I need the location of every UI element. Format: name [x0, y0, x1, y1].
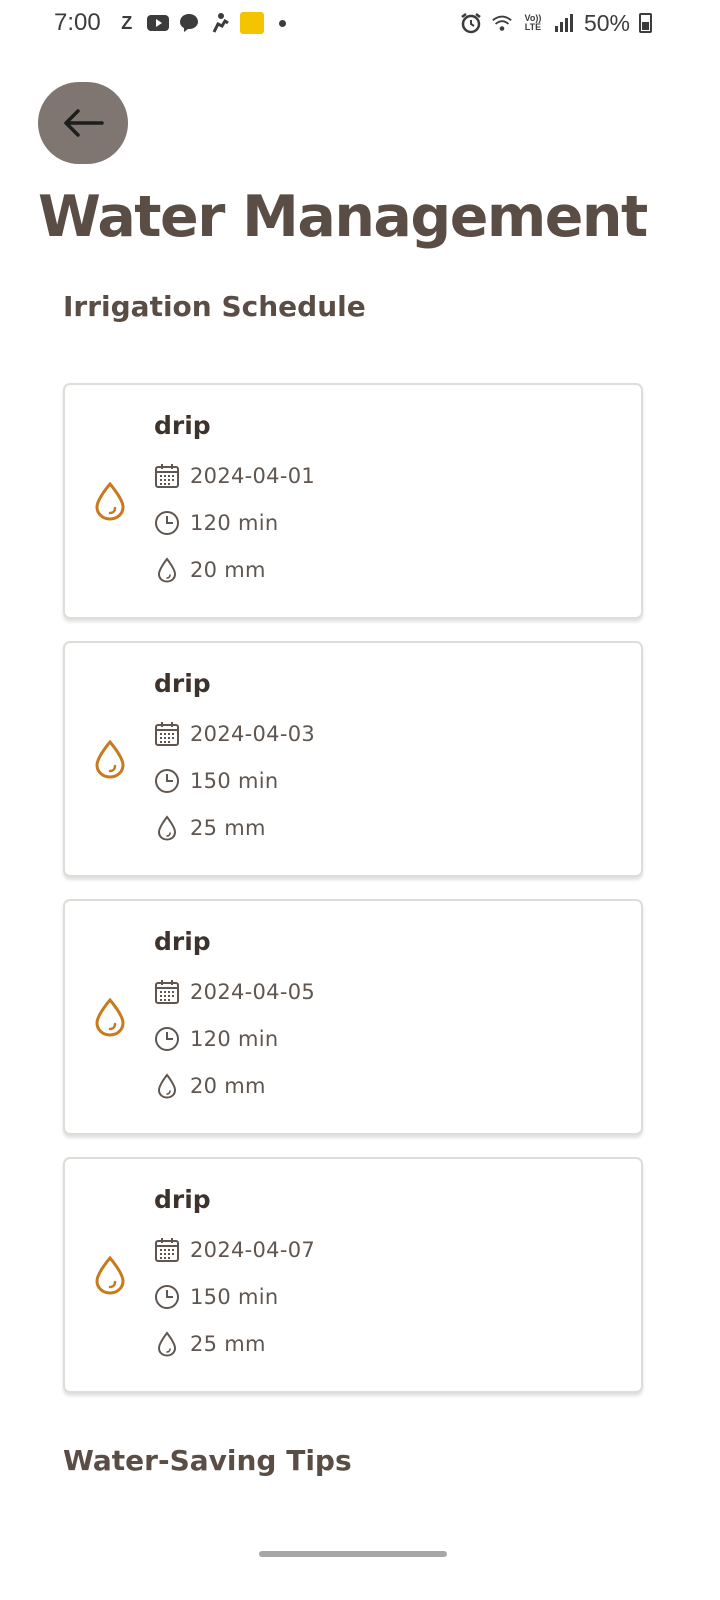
irrigation-section-title: Irrigation Schedule [63, 290, 366, 323]
irrigation-amount: 25 mm [190, 1332, 266, 1356]
calendar-icon [154, 721, 180, 747]
back-button[interactable] [38, 82, 128, 164]
messenger-icon [178, 12, 200, 34]
schedule-card[interactable]: drip 2024-04-01 120 min 20 mm [63, 383, 643, 619]
status-bar: 7:00 Z Vo)) LTE 50% [0, 0, 720, 46]
calendar-icon [154, 979, 180, 1005]
volte-icon: Vo)) LTE [524, 13, 542, 32]
irrigation-method: drip [154, 411, 211, 440]
duration-row: 150 min [154, 1284, 278, 1310]
schedule-card[interactable]: drip 2024-04-07 150 min 25 mm [63, 1157, 643, 1393]
duration-row: 120 min [154, 510, 278, 536]
irrigation-amount: 25 mm [190, 816, 266, 840]
duration-row: 150 min [154, 768, 278, 794]
irrigation-duration: 150 min [190, 769, 279, 793]
amount-row: 20 mm [154, 557, 266, 583]
schedule-card[interactable]: drip 2024-04-03 150 min 25 mm [63, 641, 643, 877]
droplet-icon [154, 815, 180, 841]
water-drop-icon [95, 739, 125, 779]
z-app-icon: Z [121, 12, 133, 33]
irrigation-method: drip [154, 669, 211, 698]
date-row: 2024-04-05 [154, 979, 315, 1005]
clock-icon [154, 1026, 180, 1052]
schedule-card[interactable]: drip 2024-04-05 120 min 20 mm [63, 899, 643, 1135]
irrigation-amount: 20 mm [190, 1074, 266, 1098]
irrigation-date: 2024-04-03 [190, 722, 316, 746]
calendar-icon [154, 1237, 180, 1263]
amount-row: 20 mm [154, 1073, 266, 1099]
home-indicator[interactable] [259, 1551, 447, 1557]
signal-icon [553, 12, 575, 34]
amount-row: 25 mm [154, 1331, 266, 1357]
youtube-icon [146, 12, 169, 34]
irrigation-duration: 120 min [190, 511, 279, 535]
irrigation-duration: 120 min [190, 1027, 279, 1051]
battery-icon [639, 13, 652, 33]
clock-icon [154, 1284, 180, 1310]
clock-icon [154, 768, 180, 794]
irrigation-method: drip [154, 1185, 211, 1214]
irrigation-date: 2024-04-05 [190, 980, 316, 1004]
irrigation-date: 2024-04-07 [190, 1238, 316, 1262]
irrigation-duration: 150 min [190, 1285, 279, 1309]
irrigation-schedule-list: drip 2024-04-01 120 min 20 mm drip 2024-… [63, 383, 643, 1415]
amount-row: 25 mm [154, 815, 266, 841]
date-row: 2024-04-03 [154, 721, 315, 747]
water-drop-icon [95, 1255, 125, 1295]
wifi-icon [491, 12, 513, 34]
droplet-icon [154, 1331, 180, 1357]
calendar-icon [154, 463, 180, 489]
status-time: 7:00 [54, 9, 101, 36]
date-row: 2024-04-07 [154, 1237, 315, 1263]
fitness-icon [209, 12, 231, 34]
water-drop-icon [95, 997, 125, 1037]
notification-dot-icon [278, 19, 286, 27]
irrigation-method: drip [154, 927, 211, 956]
page-title: Water Management [38, 184, 648, 250]
arrow-left-icon [64, 109, 104, 137]
irrigation-amount: 20 mm [190, 558, 266, 582]
duration-row: 120 min [154, 1026, 278, 1052]
water-drop-icon [95, 481, 125, 521]
status-right: Vo)) LTE 50% [460, 10, 652, 37]
clock-icon [154, 510, 180, 536]
app-badge-icon [239, 12, 264, 34]
irrigation-date: 2024-04-01 [190, 464, 316, 488]
battery-percent: 50% [583, 9, 630, 36]
droplet-icon [154, 1073, 180, 1099]
date-row: 2024-04-01 [154, 463, 315, 489]
alarm-icon [460, 12, 482, 34]
droplet-icon [154, 557, 180, 583]
tips-section-title: Water-Saving Tips [63, 1444, 352, 1477]
status-left: 7:00 Z [54, 9, 286, 37]
